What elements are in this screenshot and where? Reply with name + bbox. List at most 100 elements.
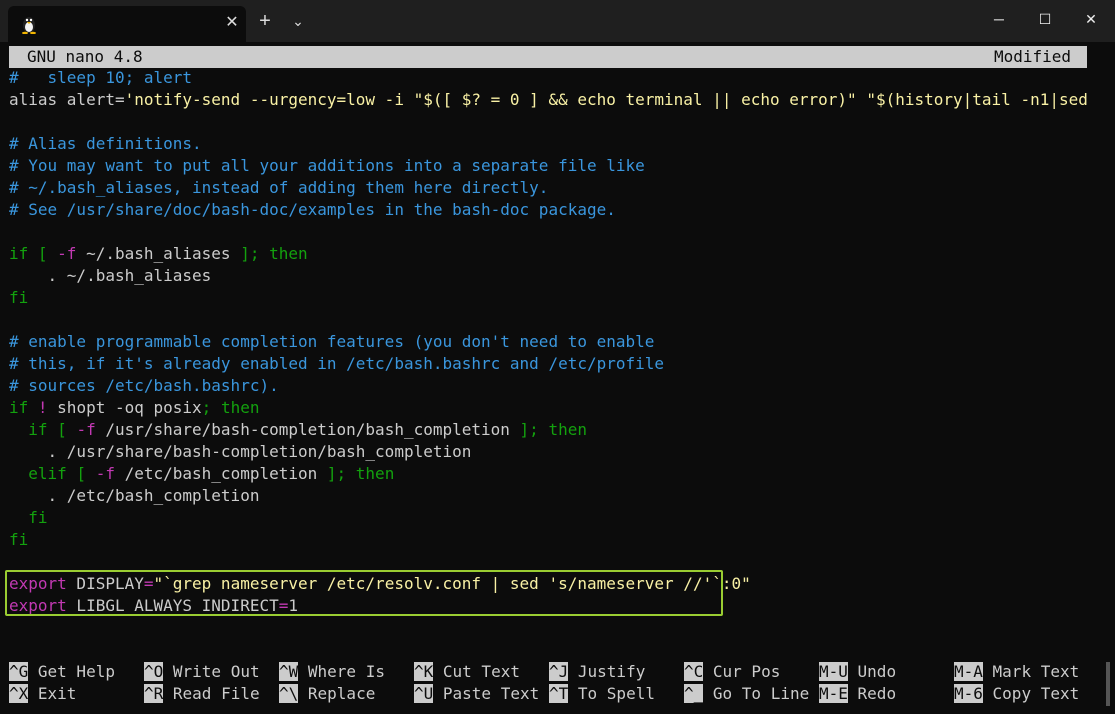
code-token: /etc/bash_completion xyxy=(114,464,327,483)
code-token: ]; then xyxy=(519,420,587,439)
shortcut-key: ^O xyxy=(144,662,164,681)
shortcut-key: M-A xyxy=(954,662,983,681)
shortcut-undo[interactable]: M-U Undo xyxy=(819,661,896,683)
shortcut-cut-text[interactable]: ^K Cut Text xyxy=(414,661,520,683)
shortcut-label: Redo xyxy=(847,684,897,703)
code-token: ~/.bash_aliases xyxy=(76,244,241,263)
shortcut-cur-pos[interactable]: ^C Cur Pos xyxy=(684,661,780,683)
shortcut-label: Paste Text xyxy=(433,684,540,703)
code-line: fi xyxy=(9,287,1089,309)
code-token: elif [ xyxy=(9,464,96,483)
shortcut-label: Get Help xyxy=(28,662,115,681)
code-line: fi xyxy=(9,507,1089,529)
new-tab-button[interactable]: + xyxy=(253,9,277,33)
code-token: alias alert= xyxy=(9,90,125,109)
code-token: # See /usr/share/doc/bash-doc/examples i… xyxy=(9,200,616,219)
shortcut-copy-text[interactable]: M-6 Copy Text xyxy=(954,683,1079,705)
code-token: shopt -oq posix xyxy=(57,398,202,417)
code-token: # ~/.bash_aliases, instead of adding the… xyxy=(9,178,549,197)
code-line: # ~/.bash_aliases, instead of adding the… xyxy=(9,177,1089,199)
code-token: ! xyxy=(28,398,58,417)
shortcut-justify[interactable]: ^J Justify xyxy=(549,661,645,683)
tab-title xyxy=(46,14,198,32)
shortcut-key: M-U xyxy=(819,662,848,681)
code-token: . /usr/share/bash-completion/bash_comple… xyxy=(9,442,472,461)
code-token: # enable programmable completion feature… xyxy=(9,332,655,351)
shortcut-label: Replace xyxy=(298,684,376,703)
shortcut-label: Cur Pos xyxy=(703,662,781,681)
terminal-pane[interactable]: GNU nano 4.8 Modified # sleep 10; alert a… xyxy=(0,42,1115,714)
nano-header: GNU nano 4.8 Modified xyxy=(9,46,1087,68)
code-token: -f xyxy=(57,244,77,263)
shortcut-key: ^_ xyxy=(684,684,704,703)
shortcut-label: Undo xyxy=(847,662,897,681)
shortcut-read-file[interactable]: ^R Read File xyxy=(144,683,260,705)
shortcut-replace[interactable]: ^\ Replace xyxy=(279,683,375,705)
shortcut-label: Copy Text xyxy=(982,684,1080,703)
shortcut-to-spell[interactable]: ^T To Spell xyxy=(549,683,655,705)
shortcut-key: M-E xyxy=(819,684,848,703)
shortcut-label: Read File xyxy=(163,684,260,703)
code-token: if [ xyxy=(9,420,77,439)
code-line: # enable programmable completion feature… xyxy=(9,331,1089,353)
terminal-tab[interactable]: ✕ xyxy=(8,6,246,42)
code-token: if xyxy=(9,398,29,417)
shortcut-redo[interactable]: M-E Redo xyxy=(819,683,896,705)
code-line: fi xyxy=(9,529,1089,551)
shortcut-label: Where Is xyxy=(298,662,385,681)
code-token: fi xyxy=(9,288,29,307)
code-line: if [ -f ~/.bash_aliases ]; then xyxy=(9,243,1089,265)
shortcut-exit[interactable]: ^X Exit xyxy=(9,683,76,705)
close-window-button[interactable]: ✕ xyxy=(1068,4,1114,34)
minimize-button[interactable]: ─ xyxy=(976,4,1022,34)
shortcut-key: ^J xyxy=(549,662,569,681)
code-token: ]; then xyxy=(326,464,395,483)
code-token: . ~/.bash_aliases xyxy=(9,266,212,285)
code-token: # sleep 10; alert xyxy=(9,68,193,87)
highlighted-export-lines xyxy=(5,570,723,616)
code-line: if ! shopt -oq posix; then xyxy=(9,397,1089,419)
code-line: . ~/.bash_aliases xyxy=(9,265,1089,287)
code-token: -f xyxy=(95,464,115,483)
shortcut-go-to-line[interactable]: ^_ Go To Line xyxy=(684,683,809,705)
linux-penguin-icon xyxy=(22,17,36,34)
code-token: /usr/share/bash-completion/bash_completi… xyxy=(95,420,520,439)
code-token: # sources /etc/bash.bashrc). xyxy=(9,376,279,395)
shortcut-key: ^\ xyxy=(279,684,299,703)
shortcut-label: Mark Text xyxy=(982,662,1080,681)
maximize-button[interactable]: ☐ xyxy=(1022,4,1068,34)
shortcut-label: Write Out xyxy=(163,662,260,681)
shortcut-key: ^K xyxy=(414,662,434,681)
code-token: # this, if it's already enabled in /etc/… xyxy=(9,354,665,373)
shortcut-where-is[interactable]: ^W Where Is xyxy=(279,661,385,683)
code-line: if [ -f /usr/share/bash-completion/bash_… xyxy=(9,419,1089,441)
code-token: ]; then xyxy=(240,244,308,263)
code-token: . /etc/bash_completion xyxy=(9,486,260,505)
shortcut-write-out[interactable]: ^O Write Out xyxy=(144,661,260,683)
shortcut-paste-text[interactable]: ^U Paste Text xyxy=(414,683,539,705)
editor-buffer[interactable]: # sleep 10; alert alias alert='notify-sen… xyxy=(9,67,1089,617)
code-token: fi xyxy=(9,530,29,549)
code-line: # sleep 10; alert xyxy=(9,67,1089,89)
shortcut-label: Justify xyxy=(568,662,646,681)
shortcut-get-help[interactable]: ^G Get Help xyxy=(9,661,115,683)
code-token: 'notify-send --urgency=low -i "$([ $? = … xyxy=(124,90,1089,109)
code-line: # sources /etc/bash.bashrc). xyxy=(9,375,1089,397)
scrollbar[interactable] xyxy=(1106,662,1110,706)
shortcut-key: ^G xyxy=(9,662,29,681)
shortcut-label: Go To Line xyxy=(703,684,810,703)
code-token: # Alias definitions. xyxy=(9,134,202,153)
shortcut-label: Cut Text xyxy=(433,662,520,681)
code-token: -f xyxy=(76,420,96,439)
shortcut-key: ^C xyxy=(684,662,704,681)
title-bar: ✕ + ⌄ ─ ☐ ✕ xyxy=(0,0,1115,42)
tab-dropdown-chevron-icon[interactable]: ⌄ xyxy=(286,9,310,33)
nano-shortcut-bar: ^G Get Help ^O Write Out ^W Where Is ^K Cut… xyxy=(9,661,1099,705)
shortcut-mark-text[interactable]: M-A Mark Text xyxy=(954,661,1079,683)
code-token: fi xyxy=(9,508,48,527)
shortcut-key: ^R xyxy=(144,684,164,703)
tab-close-icon[interactable]: ✕ xyxy=(222,13,242,33)
